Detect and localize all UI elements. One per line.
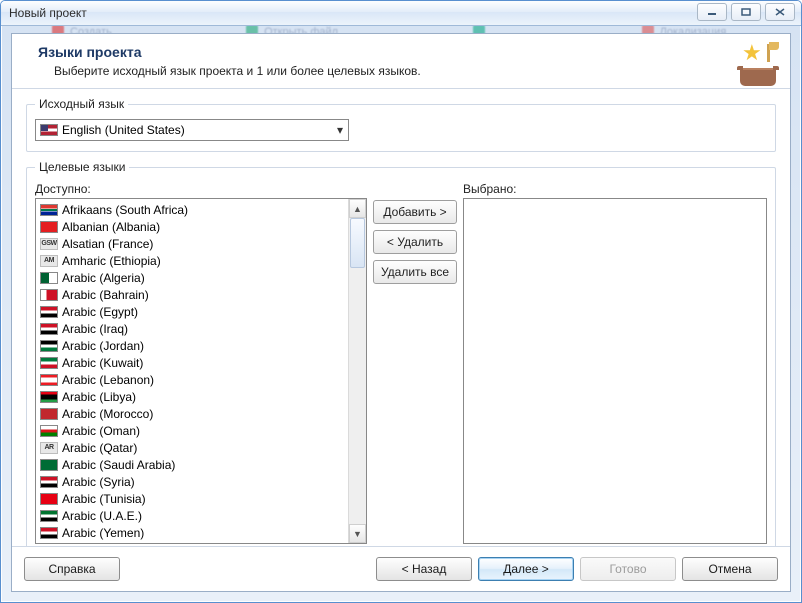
available-languages-listbox[interactable]: Afrikaans (South Africa) Albanian (Albani… [35, 198, 367, 544]
list-item-label: Arabic (Libya) [62, 390, 136, 404]
list-item-label: Arabic (Kuwait) [62, 356, 143, 370]
flag-kw-icon [40, 357, 58, 369]
source-language-combo[interactable]: English (United States) ▾ [35, 119, 349, 141]
list-item[interactable]: Arabic (Kuwait) [36, 354, 348, 371]
list-item-label: Arabic (Lebanon) [62, 373, 154, 387]
list-item[interactable]: GSW Alsatian (France) [36, 235, 348, 252]
back-button[interactable]: < Назад [376, 557, 472, 581]
window-controls [697, 3, 795, 21]
wizard-dialog: Языки проекта Выберите исходный язык про… [11, 33, 791, 592]
available-label: Доступно: [35, 182, 367, 196]
list-item[interactable]: Arabic (U.A.E.) [36, 507, 348, 524]
flag-text-icon: AR [40, 442, 58, 454]
list-item-label: Arabic (Oman) [62, 424, 140, 438]
list-item[interactable]: Arabic (Algeria) [36, 269, 348, 286]
list-item[interactable]: Arabic (Morocco) [36, 405, 348, 422]
chevron-down-icon: ▾ [332, 123, 348, 137]
page-subtitle: Выберите исходный язык проекта и 1 или б… [54, 64, 776, 78]
list-item[interactable]: Arabic (Saudi Arabia) [36, 456, 348, 473]
remove-button[interactable]: < Удалить [373, 230, 457, 254]
wizard-body: Исходный язык English (United States) ▾ … [12, 89, 790, 546]
flag-dz-icon [40, 272, 58, 284]
list-item-label: Arabic (Bahrain) [62, 288, 149, 302]
finish-button: Готово [580, 557, 676, 581]
list-item[interactable]: Arabic (Egypt) [36, 303, 348, 320]
flag-ma-icon [40, 408, 58, 420]
list-item-label: Arabic (Tunisia) [62, 492, 146, 506]
source-language-group: Исходный язык English (United States) ▾ [26, 97, 776, 152]
languages-icon: ★ [736, 42, 780, 86]
target-languages-legend: Целевые языки [35, 160, 129, 174]
list-item-label: Arabic (Iraq) [62, 322, 128, 336]
list-item-label: Alsatian (France) [62, 237, 153, 251]
selected-languages-listbox[interactable] [463, 198, 767, 544]
list-item-label: Afrikaans (South Africa) [62, 203, 188, 217]
flag-lb-icon [40, 374, 58, 386]
flag-text-icon: GSW [40, 238, 58, 250]
scroll-down-button[interactable]: ▼ [349, 524, 366, 543]
list-item-label: Arabic (Morocco) [62, 407, 153, 421]
list-item[interactable]: Albanian (Albania) [36, 218, 348, 235]
flag-za-icon [40, 204, 58, 216]
list-item-label: Arabic (Saudi Arabia) [62, 458, 175, 472]
scroll-track[interactable] [349, 218, 366, 524]
list-item-label: Albanian (Albania) [62, 220, 160, 234]
list-item[interactable]: Arabic (Tunisia) [36, 490, 348, 507]
flag-iq-icon [40, 323, 58, 335]
wizard-footer: Справка < Назад Далее > Готово Отмена [12, 546, 790, 591]
flag-jo-icon [40, 340, 58, 352]
flag-sy-icon [40, 476, 58, 488]
flag-text-icon: AM [40, 255, 58, 267]
list-item[interactable]: Arabic (Lebanon) [36, 371, 348, 388]
flag-om-icon [40, 425, 58, 437]
selected-label: Выбрано: [463, 182, 767, 196]
flag-bh-icon [40, 289, 58, 301]
list-item[interactable]: Arabic (Iraq) [36, 320, 348, 337]
minimize-button[interactable] [697, 3, 727, 21]
list-item[interactable]: AR Arabic (Qatar) [36, 439, 348, 456]
next-button[interactable]: Далее > [478, 557, 574, 581]
flag-al-icon [40, 221, 58, 233]
list-item[interactable]: AM Amharic (Ethiopia) [36, 252, 348, 269]
maximize-button[interactable] [731, 3, 761, 21]
flag-ae-icon [40, 510, 58, 522]
list-item[interactable]: Arabic (Yemen) [36, 524, 348, 541]
list-item[interactable]: Arabic (Bahrain) [36, 286, 348, 303]
flag-eg-icon [40, 306, 58, 318]
list-item-label: Arabic (Syria) [62, 475, 135, 489]
target-languages-group: Целевые языки Доступно: Afrikaans (South… [26, 160, 776, 546]
titlebar: Новый проект [1, 1, 801, 26]
list-item-label: Arabic (Jordan) [62, 339, 144, 353]
flag-us-icon [40, 124, 58, 136]
list-item-label: Arabic (Egypt) [62, 305, 138, 319]
list-item[interactable]: Arabic (Libya) [36, 388, 348, 405]
flag-sa-icon [40, 459, 58, 471]
window-title: Новый проект [1, 6, 87, 20]
list-item[interactable]: Arabic (Oman) [36, 422, 348, 439]
flag-tn-icon [40, 493, 58, 505]
wizard-header: Языки проекта Выберите исходный язык про… [12, 34, 790, 89]
cancel-button[interactable]: Отмена [682, 557, 778, 581]
close-button[interactable] [765, 3, 795, 21]
source-language-value: English (United States) [62, 123, 332, 137]
available-scrollbar[interactable]: ▲ ▼ [348, 199, 366, 543]
page-title: Языки проекта [38, 44, 776, 60]
help-button[interactable]: Справка [24, 557, 120, 581]
list-item-label: Arabic (Algeria) [62, 271, 145, 285]
remove-all-button[interactable]: Удалить все [373, 260, 457, 284]
list-item-label: Arabic (Qatar) [62, 441, 137, 455]
flag-ly-icon [40, 391, 58, 403]
list-item-label: Amharic (Ethiopia) [62, 254, 161, 268]
app-window: Новый проект Создать словарь Открыть фай… [0, 0, 802, 603]
scroll-up-button[interactable]: ▲ [349, 199, 366, 218]
list-item[interactable]: Arabic (Syria) [36, 473, 348, 490]
flag-ye-icon [40, 527, 58, 539]
source-language-legend: Исходный язык [35, 97, 128, 111]
list-item-label: Arabic (U.A.E.) [62, 509, 142, 523]
scroll-thumb[interactable] [350, 218, 365, 268]
list-item-label: Arabic (Yemen) [62, 526, 144, 540]
list-item[interactable]: Afrikaans (South Africa) [36, 201, 348, 218]
add-button[interactable]: Добавить > [373, 200, 457, 224]
list-item[interactable]: Arabic (Jordan) [36, 337, 348, 354]
